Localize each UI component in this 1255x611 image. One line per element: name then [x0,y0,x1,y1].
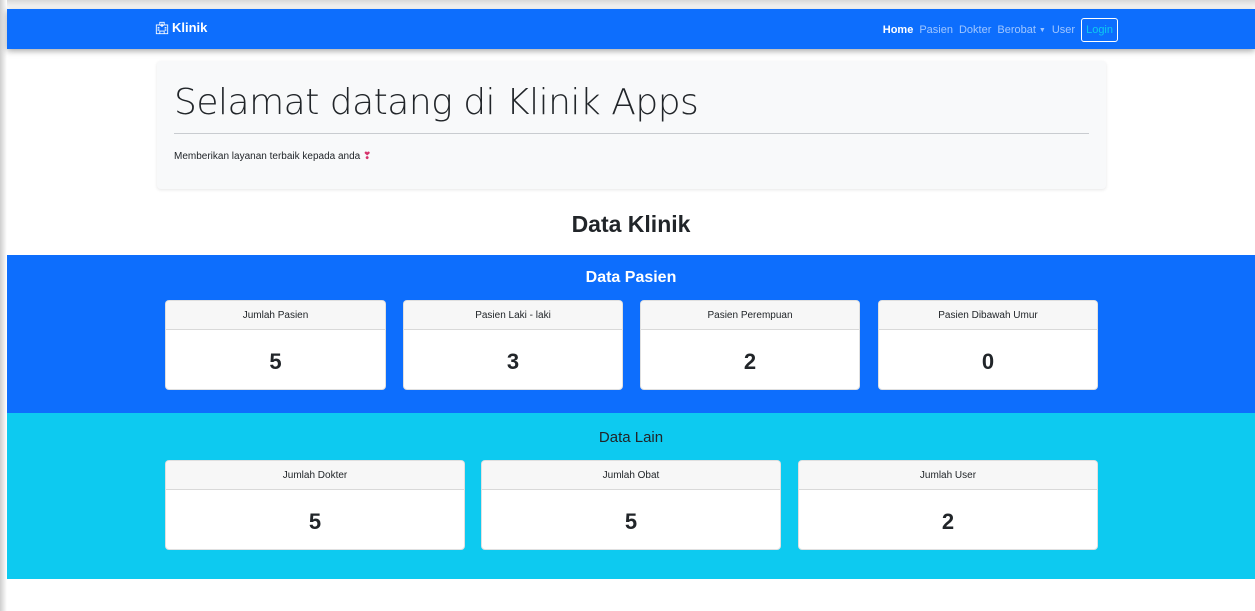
data-pasien-section: Data Pasien Jumlah Pasien 5 Pasien Laki … [7,255,1255,413]
nav-links: Home Pasien Dokter Berobat ▼ User Login [880,18,1118,42]
window-shadow-top [0,0,1255,9]
card-value: 2 [743,349,757,374]
card-pasien-laki-laki: Pasien Laki - laki 3 [403,300,623,390]
card-pasien-perempuan: Pasien Perempuan 2 [640,300,860,390]
heart-icon: ❣ [363,151,372,162]
jumbotron: Selamat datang di Klinik Apps Memberikan… [157,61,1106,189]
jumbotron-subtitle: Memberikan layanan terbaik kepada anda ❣ [174,151,371,162]
card-header: Jumlah User [799,461,1097,490]
jumbotron-title: Selamat datang di Klinik Apps [174,82,699,123]
card-pasien-dibawah-umur: Pasien Dibawah Umur 0 [878,300,1098,390]
caret-down-icon: ▼ [1038,26,1046,34]
card-value: 5 [624,509,638,534]
nav-dokter[interactable]: Dokter [956,24,994,36]
brand-label: Klinik [172,20,208,35]
page: Klinik Home Pasien Dokter Berobat ▼ User… [0,0,1255,611]
card-value: 2 [941,509,955,534]
card-header: Pasien Dibawah Umur [879,301,1097,330]
jumbotron-divider [174,133,1089,134]
nav-home[interactable]: Home [880,24,917,36]
card-jumlah-obat: Jumlah Obat 5 [481,460,781,550]
nav-berobat-dropdown[interactable]: Berobat ▼ [994,24,1048,36]
navbar: Klinik Home Pasien Dokter Berobat ▼ User… [7,9,1255,49]
card-header: Jumlah Dokter [166,461,464,490]
nav-pasien[interactable]: Pasien [916,24,956,36]
card-jumlah-user: Jumlah User 2 [798,460,1098,550]
data-lain-title: Data Lain [598,429,664,446]
data-lain-section: Data Lain Jumlah Dokter 5 Jumlah Obat 5 … [7,413,1255,579]
card-header: Pasien Laki - laki [404,301,622,330]
nav-berobat-label: Berobat [997,24,1036,36]
section-title: Data Klinik [571,211,691,237]
card-value: 5 [308,509,322,534]
navbar-brand[interactable]: Klinik [155,20,207,35]
card-jumlah-pasien: Jumlah Pasien 5 [165,300,386,390]
jumbotron-subtitle-text: Memberikan layanan terbaik kepada anda [174,151,361,162]
card-header: Pasien Perempuan [641,301,859,330]
card-header: Jumlah Obat [482,461,780,490]
window-shadow-left [0,0,7,611]
card-header: Jumlah Pasien [166,301,385,330]
card-value: 5 [269,349,282,374]
hospital-icon [155,21,169,34]
nav-user[interactable]: User [1049,24,1078,36]
data-pasien-title: Data Pasien [585,269,677,286]
card-value: 0 [981,349,995,374]
card-value: 3 [506,349,520,374]
login-button[interactable]: Login [1081,18,1118,42]
card-jumlah-dokter: Jumlah Dokter 5 [165,460,465,550]
